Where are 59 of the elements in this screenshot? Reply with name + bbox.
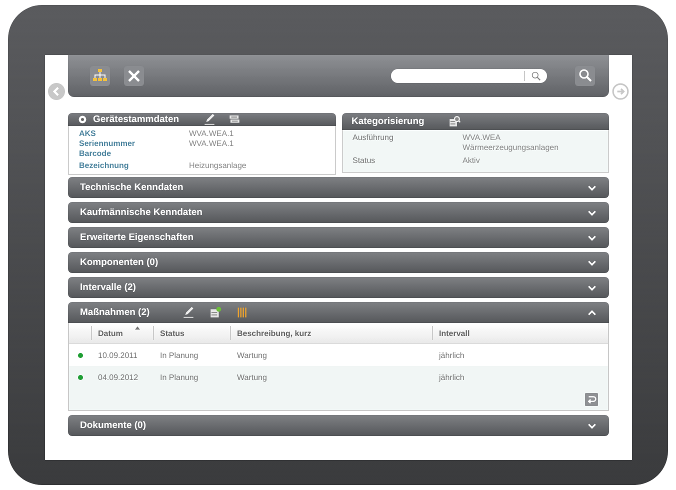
chevron-down-icon[interactable] <box>587 258 597 268</box>
section-title: Dokumente (0) <box>80 420 146 431</box>
field-value: Heizungsanlage <box>189 161 246 171</box>
column-header[interactable]: Datum <box>91 326 153 340</box>
field-value: WVA.WEA Wärmeerzeugungsanlagen <box>462 133 559 153</box>
chevron-down-icon[interactable] <box>587 208 597 218</box>
return-icon[interactable] <box>585 392 598 406</box>
search-icon[interactable] <box>531 71 541 81</box>
table-cell-text: jährlich <box>438 372 466 382</box>
chevron-down-icon[interactable] <box>587 182 597 192</box>
field-value: Aktiv <box>462 156 480 166</box>
field-label: Seriennummer <box>79 139 136 149</box>
section-header[interactable]: Technische Kenndaten <box>68 177 609 198</box>
edit-icon[interactable] <box>182 306 195 319</box>
add-document-icon[interactable] <box>208 306 222 319</box>
section-title: Erweiterte Eigenschaften <box>80 232 194 243</box>
section-header[interactable]: Erweiterte Eigenschaften <box>68 227 609 248</box>
section-header[interactable]: Intervalle (2) <box>68 277 609 298</box>
table-cell-text: In Planung <box>159 372 200 382</box>
section-header[interactable]: Kaufmännische Kenndaten <box>68 202 609 223</box>
section-title: Maßnahmen (2) <box>80 307 150 318</box>
table-cell-text: jährlich <box>438 350 466 360</box>
edit-icon[interactable] <box>203 113 216 126</box>
section-title: Intervalle (2) <box>80 282 136 293</box>
column-header[interactable]: Intervall <box>432 326 539 340</box>
field-label: Barcode <box>79 149 112 159</box>
chevron-down-icon[interactable] <box>587 232 597 242</box>
card-title: Kategorisierung <box>352 116 424 127</box>
table-cell-text: Wartung <box>236 350 268 360</box>
field-label: AKS <box>79 129 97 139</box>
section-title: Komponenten (0) <box>80 257 158 268</box>
section-header[interactable]: Komponenten (0) <box>68 252 609 273</box>
table-cell-text: 04.09.2012 <box>97 372 140 382</box>
table-cell-text: 10.09.2011 <box>97 350 138 360</box>
section-title: Kaufmännische Kenndaten <box>80 207 202 218</box>
section-header[interactable]: Maßnahmen (2) <box>68 302 609 323</box>
documents-icon[interactable] <box>228 113 242 126</box>
table-cell-text: In Planung <box>159 350 200 360</box>
field-value: WVA.WEA.1 <box>189 129 234 139</box>
field-label: Ausführung <box>352 133 394 144</box>
sort-icon[interactable] <box>134 326 140 330</box>
document-search-icon[interactable] <box>448 115 462 128</box>
chevron-down-icon[interactable] <box>587 282 597 292</box>
table-row[interactable]: 04.09.2012 In Planung Wartung jährlich <box>69 366 608 388</box>
chevron-up-icon[interactable] <box>587 308 597 318</box>
column-header[interactable]: Status <box>153 326 230 340</box>
field-label: Status <box>352 156 376 166</box>
field-label: Bezeichnung <box>79 161 130 171</box>
column-header[interactable]: Beschreibung, kurz <box>230 326 432 340</box>
table-cell-text: Wartung <box>236 372 268 382</box>
section-title: Technische Kenndaten <box>80 182 184 193</box>
columns-icon[interactable] <box>236 306 249 319</box>
hierarchy-icon[interactable] <box>90 66 110 86</box>
card-title: Gerätestammdaten <box>93 114 180 125</box>
search-icon[interactable] <box>575 66 595 86</box>
field-value: WVA.WEA.1 <box>189 139 234 149</box>
search-field[interactable] <box>391 69 547 83</box>
section-header[interactable]: Dokumente (0) <box>68 415 609 436</box>
chevron-down-icon[interactable] <box>587 420 597 430</box>
